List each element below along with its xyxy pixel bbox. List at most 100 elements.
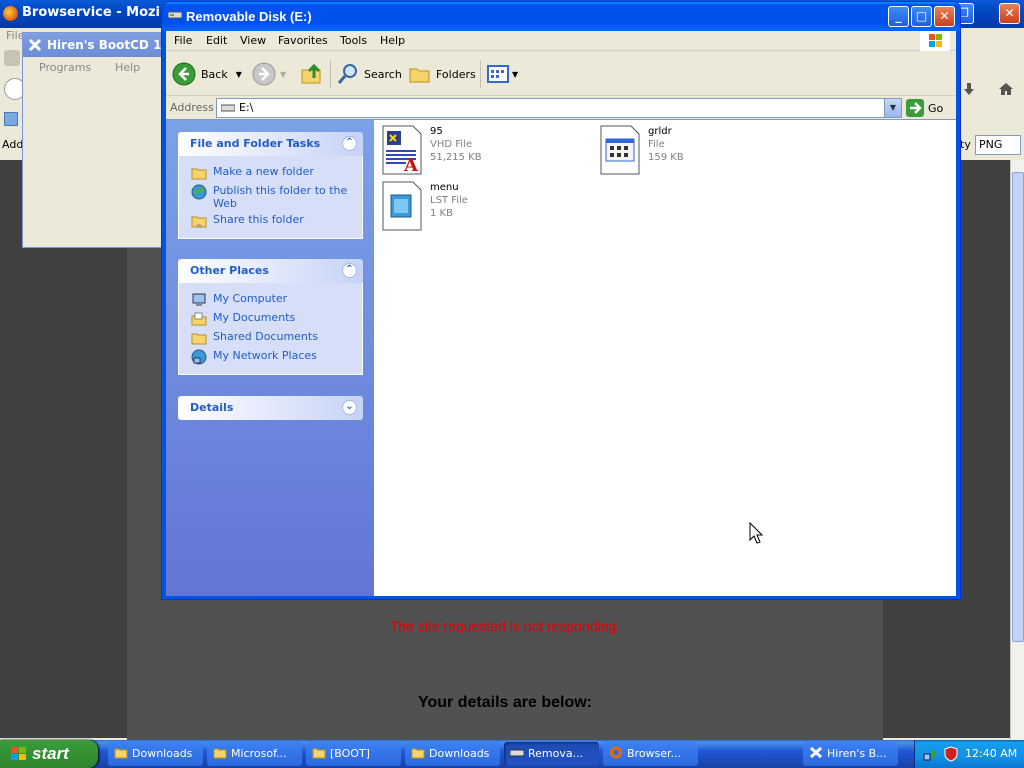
hirens-menu-programs[interactable]: Programs (39, 61, 91, 74)
file-item[interactable]: grldr File 159 KB (600, 125, 684, 175)
search-icon[interactable] (4, 112, 18, 126)
drive-icon (221, 103, 235, 113)
download-icon[interactable] (962, 82, 976, 96)
explorer-titlebar[interactable]: Removable Disk (E:) (162, 2, 960, 31)
menu-view[interactable]: View (240, 34, 266, 47)
expand-icon[interactable]: ⌄ (342, 400, 357, 415)
file-item[interactable]: A 95 VHD File 51,215 KB (382, 125, 482, 175)
explorer-window: Removable Disk (E:) _ □ ✕ File Edit View… (162, 2, 960, 599)
go-button[interactable]: Go (906, 98, 943, 118)
folders-button[interactable]: Folders (408, 58, 476, 90)
taskbar-item-label: Downloads (132, 747, 193, 760)
minimize-button[interactable]: _ (888, 6, 909, 27)
file-folder-tasks-header[interactable]: File and Folder Tasks ⌃ (178, 132, 363, 156)
back-button[interactable]: Back ▼ (172, 58, 242, 90)
network-tray-icon[interactable] (923, 746, 939, 762)
format-select[interactable]: PNG (975, 135, 1021, 155)
folder-up-icon (300, 62, 324, 86)
task-label: Share this folder (213, 213, 304, 226)
taskbar-item-active[interactable]: Remova... (504, 742, 599, 766)
collapse-icon[interactable]: ⌃ (342, 136, 357, 151)
menu-tools[interactable]: Tools (340, 34, 367, 47)
address-input[interactable]: E:\ ▼ (216, 98, 902, 118)
file-type: VHD File (430, 139, 472, 150)
explorer-main: File and Folder Tasks ⌃ Make a new folde… (166, 119, 956, 596)
taskbar-item[interactable]: [BOOT] (306, 742, 401, 766)
address-value: E:\ (239, 101, 254, 114)
windows-logo-icon (920, 31, 950, 51)
plugin-icon[interactable] (4, 50, 20, 66)
collapse-icon[interactable]: ⌃ (342, 263, 357, 278)
place-my-documents[interactable]: My Documents (191, 311, 362, 327)
firefox-icon (609, 746, 623, 759)
maximize-button[interactable]: □ (911, 6, 932, 27)
taskbar-item-label: Microsof... (231, 747, 287, 760)
start-label: start (32, 744, 69, 763)
explorer-toolbar: Back ▼ ▼ Search Folders ▼ (166, 52, 956, 96)
menu-edit[interactable]: Edit (206, 34, 227, 47)
place-my-computer[interactable]: My Computer (191, 292, 362, 308)
up-button[interactable] (300, 58, 324, 90)
scrollbar-thumb[interactable] (1012, 172, 1024, 642)
file-name: 95 (430, 126, 443, 137)
place-shared-documents[interactable]: Shared Documents (191, 330, 362, 346)
file-name: menu (430, 182, 459, 193)
details-header[interactable]: Details ⌄ (178, 396, 363, 420)
taskbar-item[interactable]: Microsof... (207, 742, 302, 766)
svg-text:A: A (403, 155, 419, 175)
file-type: File (648, 139, 665, 150)
menu-favorites[interactable]: Favorites (278, 34, 328, 47)
menu-file[interactable]: File (174, 34, 192, 47)
share-folder-icon (191, 213, 207, 229)
taskbar-item[interactable]: Downloads (108, 742, 203, 766)
address-dropdown-icon[interactable]: ▼ (884, 99, 901, 117)
task-publish-to-web[interactable]: Publish this folder to the Web (191, 184, 362, 210)
back-dropdown-icon[interactable]: ▼ (236, 70, 242, 79)
tools-icon (809, 746, 823, 759)
file-type: LST File (430, 195, 468, 206)
taskbar-item-label: Browser... (627, 747, 682, 760)
place-label: My Computer (213, 292, 288, 305)
close-button[interactable]: ✕ (934, 6, 955, 27)
hirens-titlebar[interactable]: Hiren's BootCD 15. (23, 33, 163, 57)
search-button[interactable]: Search (336, 58, 402, 90)
home-icon[interactable] (998, 82, 1014, 96)
address-bar: Address E:\ ▼ Go (166, 97, 956, 119)
back-arrow-icon (172, 62, 196, 86)
menu-help[interactable]: Help (380, 34, 405, 47)
hirens-menu-help[interactable]: Help (115, 61, 140, 74)
task-label: Make a new folder (213, 165, 314, 178)
forward-button[interactable]: ▼ (252, 58, 286, 90)
format-label: ty (960, 138, 971, 151)
go-label: Go (928, 101, 944, 115)
file-item[interactable]: menu LST File 1 KB (382, 181, 468, 231)
toolbar-separator (480, 60, 481, 88)
browser-scrollbar[interactable] (1010, 160, 1024, 740)
security-shield-icon[interactable] (943, 746, 959, 762)
task-label: Publish this folder to the Web (213, 184, 348, 210)
file-folder-tasks-body: Make a new folder Publish this folder to… (178, 156, 363, 239)
place-my-network-places[interactable]: My Network Places (191, 349, 362, 365)
hirens-menubar: Programs Help (23, 57, 163, 77)
clock[interactable]: 12:40 AM (965, 747, 1017, 760)
hirens-window: Hiren's BootCD 15. Programs Help (22, 32, 163, 248)
task-share-folder[interactable]: Share this folder (191, 213, 362, 229)
explorer-body: File Edit View Favorites Tools Help Back… (166, 31, 956, 596)
file-folder-tasks-panel: File and Folder Tasks ⌃ Make a new folde… (178, 132, 363, 239)
taskbar-item[interactable]: Hiren's B... (803, 742, 898, 766)
taskbar-item[interactable]: Browser... (603, 742, 698, 766)
taskbar-item-label: Downloads (429, 747, 490, 760)
forward-dropdown-icon: ▼ (280, 69, 287, 79)
toolbar-separator (330, 60, 331, 88)
taskbar-item-label: Remova... (528, 747, 584, 760)
hirens-title: Hiren's BootCD 15. (47, 38, 163, 52)
other-places-header[interactable]: Other Places ⌃ (178, 259, 363, 283)
forward-arrow-icon (252, 62, 276, 86)
task-make-new-folder[interactable]: Make a new folder (191, 165, 362, 181)
close-button[interactable]: ✕ (999, 3, 1020, 24)
taskbar-item[interactable]: Downloads (405, 742, 500, 766)
file-size: 1 KB (430, 208, 453, 219)
start-button[interactable]: start (0, 740, 98, 768)
views-button[interactable]: ▼ (486, 58, 518, 90)
addons-label: Add (2, 138, 24, 151)
